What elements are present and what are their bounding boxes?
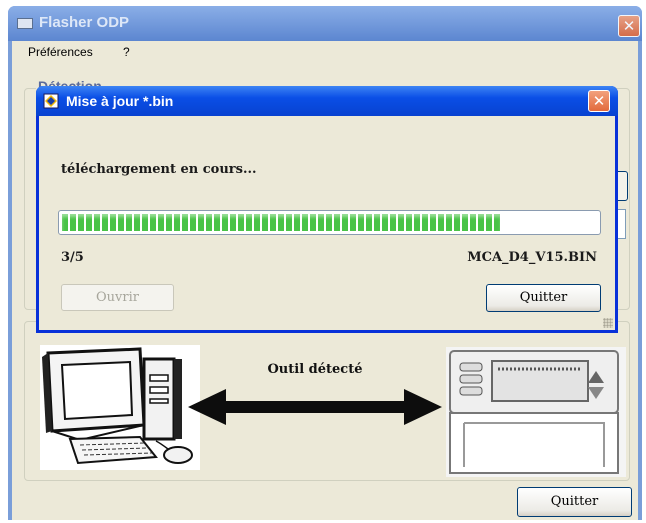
current-filename: MCA_D4_V15.BIN [467,250,597,265]
download-status-text: téléchargement en cours... [61,162,257,177]
main-window-title: Flasher ODP [39,14,130,31]
app-icon [17,18,33,29]
menu-bar: Préférences ? [12,41,638,63]
download-progress-bar [58,210,601,235]
device-icon [446,347,626,477]
menu-preferences[interactable]: Préférences [28,45,93,59]
resize-grip-icon[interactable] [603,318,613,328]
main-quit-button[interactable]: Quitter [517,487,632,517]
tool-status-text: Outil détecté [267,362,363,377]
dialog-titlebar[interactable]: Mise à jour *.bin ✕ [36,86,618,116]
file-count-text: 3/5 [61,250,84,265]
dialog-client-area: téléchargement en cours... 3/5 MCA_D4_V1… [39,116,615,330]
computer-icon [40,345,200,470]
close-icon: ✕ [592,92,606,110]
double-arrow-icon [188,389,442,425]
dialog-title: Mise à jour *.bin [66,93,174,109]
update-app-icon [43,93,59,109]
open-button[interactable]: Ouvrir [61,284,174,311]
close-icon: ✕ [622,17,636,35]
main-titlebar[interactable]: Flasher ODP ✕ [8,6,642,41]
update-dialog: Mise à jour *.bin ✕ téléchargement en co… [36,86,618,333]
progress-fill [62,214,501,231]
menu-help[interactable]: ? [123,45,130,59]
dialog-quit-button[interactable]: Quitter [486,284,601,312]
dialog-close-button[interactable]: ✕ [588,90,610,112]
main-close-button[interactable]: ✕ [618,15,640,37]
